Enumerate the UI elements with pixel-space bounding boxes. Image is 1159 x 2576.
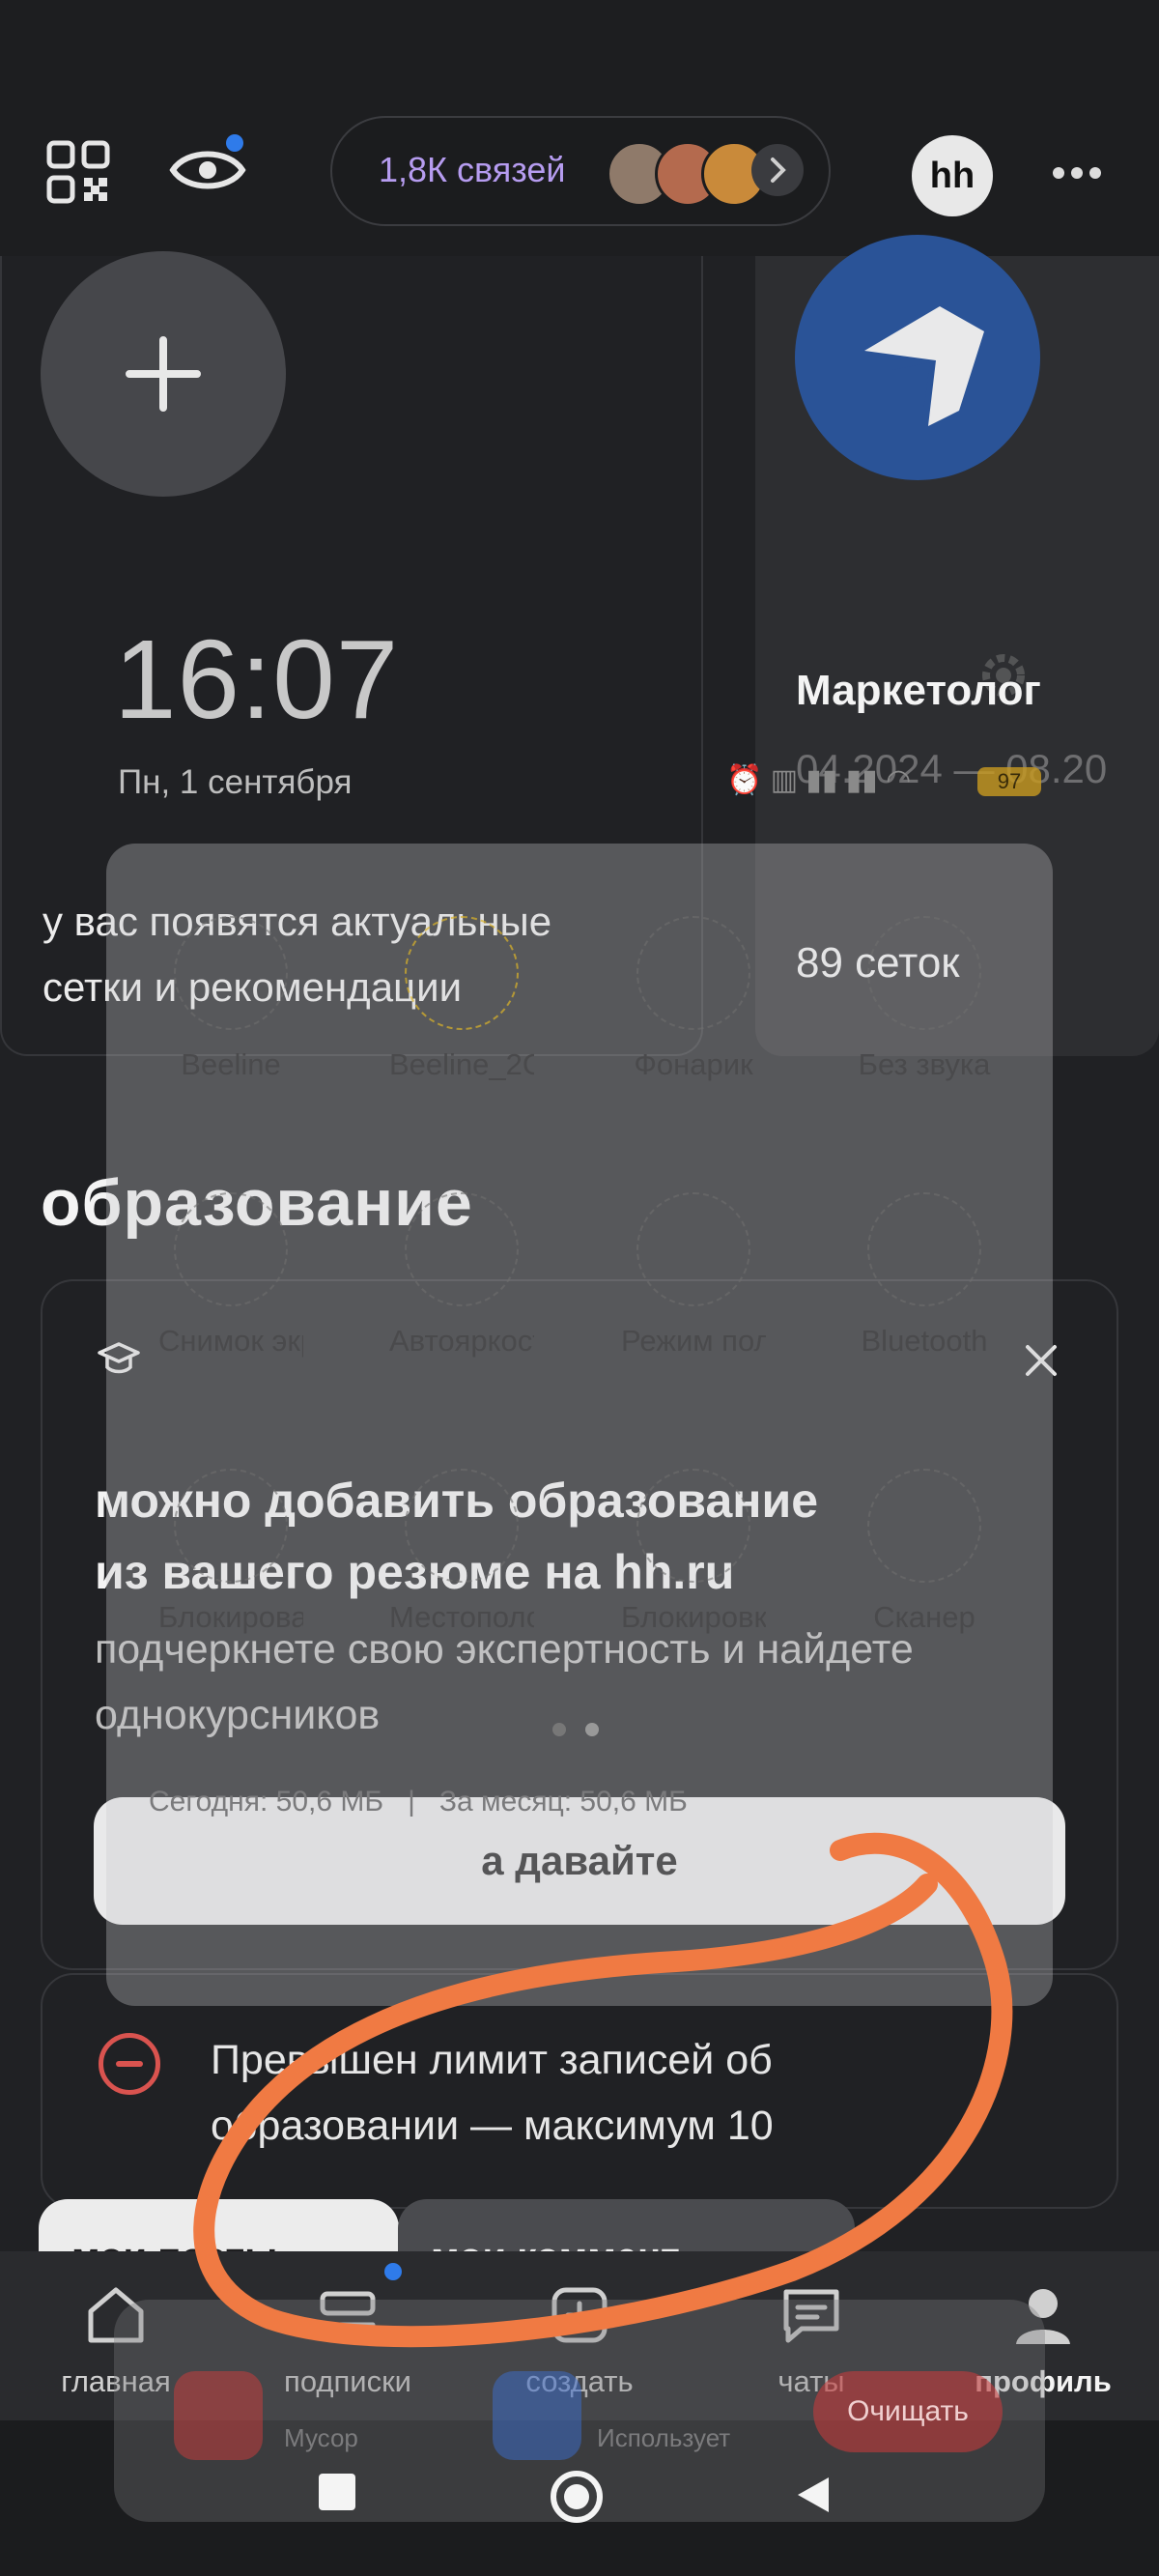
- qs-tile[interactable]: Местополож: [389, 1469, 534, 1635]
- trash-label: Мусор: [284, 2423, 358, 2452]
- qs-tile[interactable]: Снимок экран: [158, 1192, 303, 1359]
- rotation-lock-icon: [636, 1469, 750, 1583]
- more-icon[interactable]: [1053, 166, 1108, 184]
- circle-icon: [551, 2471, 603, 2523]
- data-usage: Сегодня: 50,6 МБ | За месяц: 50,6 МБ: [149, 1786, 688, 1818]
- qs-label: Режим полета: [621, 1324, 766, 1358]
- qr-code-icon[interactable]: [46, 140, 110, 204]
- qs-label: Beeline_2G_: [389, 1047, 534, 1081]
- qs-label: Местополож: [389, 1600, 534, 1634]
- usage-separator: |: [408, 1786, 415, 1818]
- qs-label: Без звука: [858, 1047, 991, 1081]
- qs-label: Автояркость: [389, 1324, 534, 1358]
- triangle-back-icon: [798, 2477, 829, 2512]
- bluetooth-icon: [867, 1192, 981, 1306]
- qs-label: Beeline: [181, 1047, 281, 1081]
- qs-label: Блокировка о: [621, 1600, 766, 1634]
- usage-today: Сегодня: 50,6 МБ: [149, 1786, 384, 1818]
- qs-tile[interactable]: Beeline: [158, 916, 303, 1082]
- limit-notice-text: Превышен лимит записей об образовании — …: [211, 2027, 1060, 2159]
- bell-icon: [867, 916, 981, 1030]
- recents-button[interactable]: [319, 2474, 355, 2510]
- qs-label: Bluetooth: [861, 1324, 988, 1358]
- lock-icon: [174, 1469, 288, 1583]
- airplane-icon: [636, 1192, 750, 1306]
- page-indicator: [552, 1723, 618, 1741]
- qs-tile[interactable]: Режим полета: [621, 1192, 766, 1359]
- battery-badge: 97: [977, 767, 1041, 796]
- home-system-button[interactable]: [551, 2471, 603, 2523]
- screenshot-icon: [174, 1192, 288, 1306]
- qs-tile[interactable]: Beeline_2G_: [389, 916, 534, 1082]
- chevron-right-icon[interactable]: [751, 144, 804, 196]
- qs-tile[interactable]: Сканер: [852, 1469, 997, 1635]
- square-icon: [319, 2474, 355, 2510]
- storage-icon: [493, 2371, 581, 2460]
- hh-avatar[interactable]: hh: [912, 135, 993, 216]
- clock-date: Пн, 1 сентября: [118, 763, 353, 801]
- clear-button[interactable]: Очищать: [813, 2371, 1003, 2452]
- clock-time: 16:07: [114, 616, 400, 742]
- flashlight-icon: [636, 916, 750, 1030]
- company-logo: [795, 235, 1040, 480]
- qs-tile[interactable]: Блокировка о: [621, 1469, 766, 1635]
- notification-dot: [384, 2263, 402, 2280]
- qs-tile[interactable]: Bluetooth: [852, 1192, 997, 1359]
- status-icons: ⏰ ▥ ▮▮ ▮▮ ◠: [726, 764, 912, 796]
- used-label: Использует: [597, 2423, 731, 2452]
- sim-icon: [174, 916, 288, 1030]
- qs-tile[interactable]: Фонарик: [621, 916, 766, 1082]
- trash-icon: [174, 2371, 263, 2460]
- location-icon: [405, 1469, 519, 1583]
- back-button[interactable]: [794, 2476, 833, 2519]
- limit-line: образовании — максимум 10: [211, 2103, 774, 2149]
- scanner-icon: [867, 1469, 981, 1583]
- qs-tile[interactable]: Автояркость: [389, 1192, 534, 1359]
- qs-label: Фонарик: [634, 1047, 753, 1081]
- qs-label: Снимок экран: [158, 1324, 303, 1358]
- connections-count: 1,8К связей: [379, 150, 566, 189]
- limit-line: Превышен лимит записей об: [211, 2037, 773, 2083]
- usage-month: За месяц: 50,6 МБ: [438, 1786, 688, 1818]
- role-title: Маркетолог: [796, 667, 1041, 714]
- qs-label: Сканер: [873, 1600, 975, 1634]
- error-minus-icon: [99, 2033, 160, 2095]
- qs-tile[interactable]: Без звука: [852, 916, 997, 1082]
- notification-dot: [226, 134, 243, 152]
- auto-brightness-icon: [405, 1192, 519, 1306]
- qs-tile[interactable]: Блокировать: [158, 1469, 303, 1635]
- qs-label: Блокировать: [158, 1600, 303, 1634]
- add-button[interactable]: [41, 251, 286, 497]
- wifi-icon: [405, 916, 519, 1030]
